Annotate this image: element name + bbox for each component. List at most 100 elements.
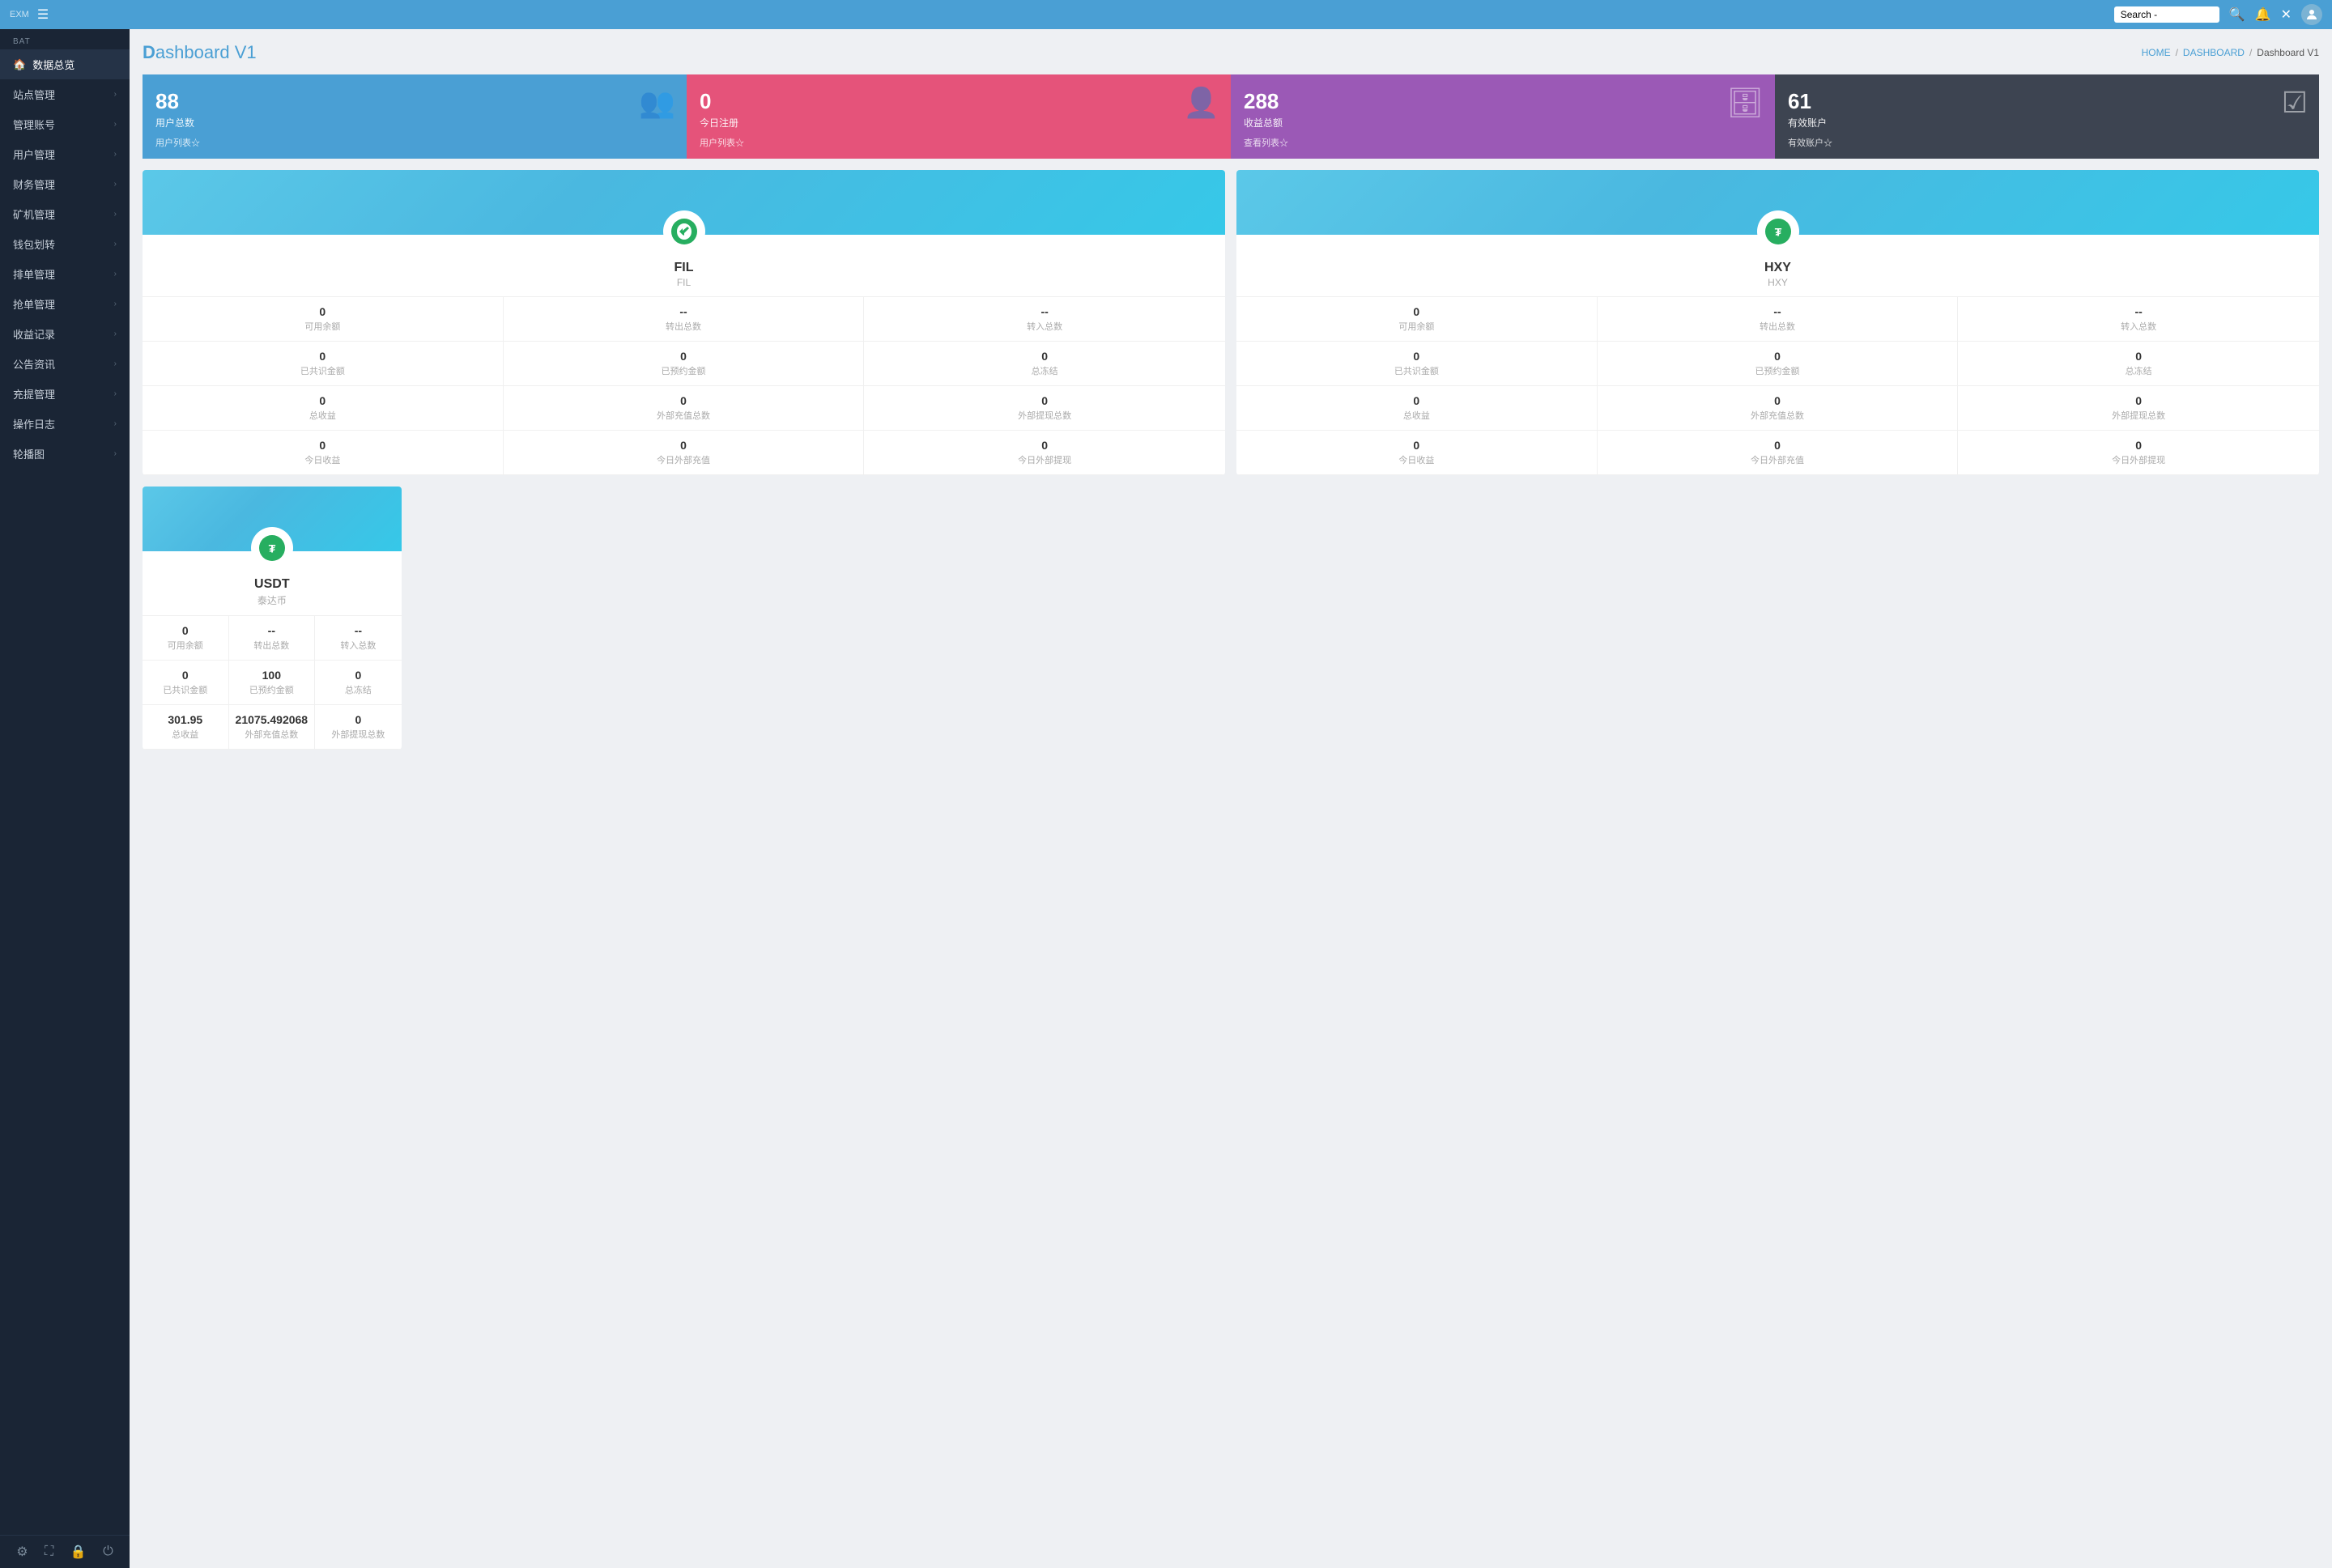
- fil-consensus: 0 已共识金额: [143, 342, 504, 386]
- fil-today-recharge: 0 今日外部充值: [504, 431, 865, 475]
- close-icon[interactable]: ✕: [2281, 6, 2292, 23]
- sidebar-item-mining[interactable]: 矿机管理 ›: [0, 199, 130, 229]
- sidebar-label-dashboard: 数据总览: [32, 57, 74, 72]
- sidebar-label-income: 收益记录: [13, 326, 55, 342]
- stat-active-label: 有效账户: [1788, 116, 2306, 130]
- breadcrumb-home[interactable]: HOME: [2142, 47, 2171, 58]
- fil-stats-row-3: 0 总收益 0 外部充值总数 0 外部提现总数: [143, 386, 1225, 431]
- users-icon: 👥: [639, 86, 675, 120]
- sidebar-item-grab[interactable]: 抢单管理 ›: [0, 289, 130, 319]
- chevron-icon: ›: [114, 180, 117, 189]
- svg-text:₮: ₮: [269, 542, 276, 555]
- lock-icon[interactable]: 🔒: [70, 1544, 87, 1560]
- sidebar-label-sites: 站点管理: [13, 87, 55, 102]
- sidebar-item-logs[interactable]: 操作日志 ›: [0, 409, 130, 439]
- stat-card-today: 0 今日注册 用户列表☆ 👤: [687, 74, 1231, 159]
- svg-text:₮: ₮: [1774, 225, 1781, 238]
- breadcrumb-dashboard[interactable]: DASHBOARD: [2183, 47, 2245, 58]
- stat-revenue-number: 288: [1244, 89, 1762, 114]
- sidebar-label-users: 用户管理: [13, 147, 55, 162]
- hxy-stats-row-1: 0 可用余额 -- 转出总数 -- 转入总数: [1236, 297, 2319, 342]
- sidebar-item-sites[interactable]: 站点管理 ›: [0, 79, 130, 109]
- usdt-stats: 0 可用余额 -- 转出总数 -- 转入总数: [143, 615, 402, 750]
- usdt-logo: ₮: [251, 527, 293, 569]
- sidebar-item-accounts[interactable]: 管理账号 ›: [0, 109, 130, 139]
- topbar: EXM ☰ 🔍 🔔 ✕: [0, 0, 2332, 29]
- sidebar-label-announce: 公告资讯: [13, 356, 55, 372]
- sidebar-item-announce[interactable]: 公告资讯 ›: [0, 349, 130, 379]
- hxy-logo: ₮: [1757, 210, 1799, 253]
- notification-icon[interactable]: 🔔: [2255, 6, 2271, 23]
- sidebar-label-mining: 矿机管理: [13, 206, 55, 222]
- sidebar-bottom: ⚙ ⛶ 🔒 ⏻: [0, 1535, 130, 1568]
- sidebar-label-logs: 操作日志: [13, 416, 55, 431]
- sidebar-item-orders[interactable]: 排单管理 ›: [0, 259, 130, 289]
- breadcrumb: HOME / DASHBOARD / Dashboard V1: [2142, 47, 2319, 58]
- stat-today-link[interactable]: 用户列表☆: [700, 136, 1218, 149]
- stat-card-revenue: 288 收益总额 查看列表☆ 🗄: [1231, 74, 1775, 159]
- fil-ext-withdraw: 0 外部提现总数: [864, 386, 1225, 431]
- search-icon[interactable]: 🔍: [2229, 6, 2245, 23]
- fil-sub: FIL: [143, 277, 1225, 288]
- topbar-left: EXM ☰: [10, 6, 49, 23]
- sidebar-item-income[interactable]: 收益记录 ›: [0, 319, 130, 349]
- stat-active-link[interactable]: 有效账户☆: [1788, 136, 2306, 149]
- fil-today-income: 0 今日收益: [143, 431, 504, 475]
- fil-stats: 0 可用余额 -- 转出总数 -- 转入总数: [143, 296, 1225, 475]
- breadcrumb-sep1: /: [2176, 47, 2178, 58]
- fil-in-total: -- 转入总数: [864, 297, 1225, 342]
- sidebar-item-recharge[interactable]: 充提管理 ›: [0, 379, 130, 409]
- avatar[interactable]: [2301, 4, 2322, 25]
- coin-card-fil: FIL FIL 0 可用余额 -- 转出总数: [143, 170, 1225, 475]
- coin-card-usdt: ₮ USDT 泰达币 0 可用余额 --: [143, 487, 402, 750]
- stat-today-number: 0: [700, 89, 1218, 114]
- hxy-stats-row-4: 0 今日收益 0 今日外部充值 0 今日外部提现: [1236, 431, 2319, 475]
- coin-row-2: ₮ USDT 泰达币 0 可用余额 --: [143, 487, 2319, 750]
- chevron-icon: ›: [114, 240, 117, 249]
- home-icon: 🏠: [13, 58, 26, 71]
- hxy-sub: HXY: [1236, 277, 2319, 288]
- hxy-name: HXY: [1236, 261, 2319, 275]
- sidebar-item-wallet[interactable]: 钱包划转 ›: [0, 229, 130, 259]
- title-prefix: D: [143, 42, 155, 62]
- stat-cards: 88 用户总数 用户列表☆ 👥 0 今日注册 用户列表☆ 👤 288 收益总额 …: [143, 74, 2319, 159]
- fil-total-income: 0 总收益: [143, 386, 504, 431]
- stat-revenue-link[interactable]: 查看列表☆: [1244, 136, 1762, 149]
- sidebar-item-dashboard[interactable]: 🏠 数据总览: [0, 49, 130, 79]
- usdt-stats-row-2: 0 已共识金额 100 已预约金额 0 总冻结: [143, 661, 402, 705]
- sidebar: BAT 🏠 数据总览 站点管理 › 管理账号 › 用户管理 › 财务管理 › 矿…: [0, 29, 130, 1568]
- search-input[interactable]: [2114, 6, 2219, 23]
- sidebar-label-wallet: 钱包划转: [13, 236, 55, 252]
- expand-icon[interactable]: ⛶: [45, 1545, 53, 1559]
- fil-name: FIL: [143, 261, 1225, 275]
- breadcrumb-sep2: /: [2249, 47, 2252, 58]
- fil-reserved: 0 已预约金额: [504, 342, 865, 386]
- hxy-stats-row-2: 0 已共识金额 0 已预约金额 0 总冻结: [1236, 342, 2319, 386]
- coin-card-hxy: ₮ HXY HXY 0 可用余额 --: [1236, 170, 2319, 475]
- sidebar-item-banner[interactable]: 轮播图 ›: [0, 439, 130, 469]
- power-icon[interactable]: ⏻: [103, 1545, 113, 1559]
- topbar-right: 🔍 🔔 ✕: [2114, 4, 2322, 25]
- breadcrumb-row: Dashboard V1 HOME / DASHBOARD / Dashboar…: [143, 42, 2319, 63]
- chevron-icon: ›: [114, 210, 117, 219]
- brand-label: EXM: [10, 10, 29, 19]
- sidebar-item-users[interactable]: 用户管理 ›: [0, 139, 130, 169]
- stat-users-link[interactable]: 用户列表☆: [155, 136, 674, 149]
- usdt-sub: 泰达币: [143, 593, 402, 607]
- chevron-icon: ›: [114, 300, 117, 308]
- stat-users-number: 88: [155, 89, 674, 114]
- main-layout: BAT 🏠 数据总览 站点管理 › 管理账号 › 用户管理 › 财务管理 › 矿…: [0, 29, 2332, 1568]
- check-icon: ☑: [2282, 86, 2308, 120]
- fil-banner: [143, 170, 1225, 235]
- fil-stats-row-1: 0 可用余额 -- 转出总数 -- 转入总数: [143, 297, 1225, 342]
- hamburger-button[interactable]: ☰: [37, 6, 49, 23]
- fil-ext-recharge: 0 外部充值总数: [504, 386, 865, 431]
- settings-icon[interactable]: ⚙: [16, 1544, 28, 1560]
- sidebar-item-finance[interactable]: 财务管理 ›: [0, 169, 130, 199]
- coin-row-1: FIL FIL 0 可用余额 -- 转出总数: [143, 170, 2319, 475]
- fil-stats-row-2: 0 已共识金额 0 已预约金额 0 总冻结: [143, 342, 1225, 386]
- sidebar-section-title: BAT: [0, 29, 130, 49]
- chevron-icon: ›: [114, 120, 117, 129]
- usdt-stats-row-3: 301.95 总收益 21075.492068 外部充值总数 0 外部提现总数: [143, 705, 402, 750]
- chevron-icon: ›: [114, 329, 117, 338]
